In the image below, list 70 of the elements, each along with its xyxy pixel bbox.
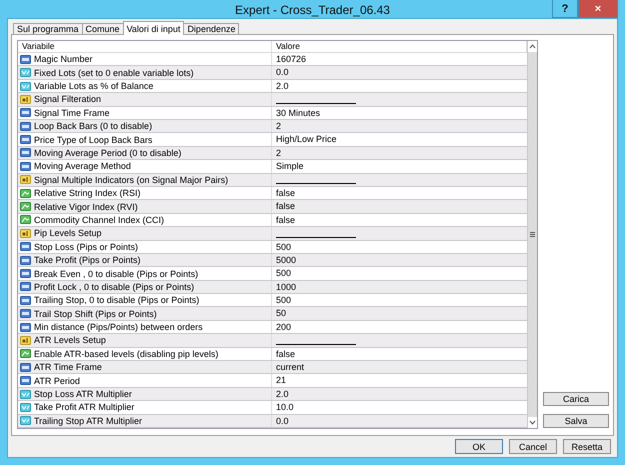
value-cell[interactable]: 30 Minutes xyxy=(272,106,320,120)
variable-name: Relative Vigor Index (RVI) xyxy=(34,202,138,212)
variable-name: Price Type of Loop Back Bars xyxy=(34,134,152,145)
variable-name: ATR Levels Setup xyxy=(34,335,106,346)
tab[interactable]: Comune xyxy=(82,23,124,36)
variable-name: Min distance (Pips/Points) between orders xyxy=(34,322,203,332)
variable-name: Take Profit ATR Multiplier xyxy=(34,402,134,412)
variable-name: Magic Number xyxy=(34,54,93,64)
value-cell[interactable]: High/Low Price xyxy=(272,133,337,146)
variable-name: Break Even , 0 to disable (Pips or Points) xyxy=(34,268,198,278)
close-button[interactable]: × xyxy=(578,0,618,18)
variable-name: Fixed Lots (set to 0 enable variable lots) xyxy=(34,68,194,78)
value-cell[interactable]: 2.0 xyxy=(272,80,289,92)
variable-name: Signal Multiple Indicators (on Signal Major Pairs) xyxy=(34,174,228,185)
grip-icon xyxy=(530,232,535,238)
column-header[interactable]: Variabile xyxy=(18,41,272,52)
variable-name: Pip Levels Setup xyxy=(34,228,102,238)
variable-name: Take Profit (Pips or Points) xyxy=(34,255,141,266)
tab[interactable]: Dipendenze xyxy=(183,23,240,36)
reset-button[interactable]: Resetta xyxy=(563,439,611,454)
window-title: Expert - Cross_Trader_06.43 xyxy=(235,2,390,18)
value-cell[interactable]: 0.0 xyxy=(272,66,289,79)
variable-name: Signal Time Frame xyxy=(34,108,110,118)
value-cell[interactable]: 500 xyxy=(272,294,292,306)
value-cell[interactable]: current xyxy=(272,361,304,374)
scroll-down-icon xyxy=(529,420,536,425)
tab[interactable]: Valori di input xyxy=(122,21,184,36)
value-cell[interactable]: false xyxy=(272,186,296,200)
ok-button[interactable]: OK xyxy=(455,439,503,454)
chart-icon xyxy=(20,202,31,212)
value-cell[interactable]: 1000 xyxy=(272,280,296,294)
scrollbar[interactable] xyxy=(527,41,537,428)
variable-name: Commodity Channel Index (CCI) xyxy=(34,214,164,225)
value-cell[interactable]: 2.0 xyxy=(272,388,289,400)
value-cell[interactable]: false xyxy=(272,200,296,213)
variable-name: Variable Lots as % of Balance xyxy=(34,81,154,92)
variable-name: Signal Filteration xyxy=(34,94,102,104)
variable-name: Moving Average Period (0 to disable) xyxy=(34,148,182,158)
variable-name: Stop Loss (Pips or Points) xyxy=(34,242,138,252)
value-cell[interactable]: 500 xyxy=(272,267,292,280)
cancel-button[interactable]: Cancel xyxy=(509,439,557,454)
help-button[interactable]: ? xyxy=(552,0,578,18)
value-cell[interactable]: 200 xyxy=(272,320,292,334)
variable-name: Loop Back Bars (0 to disable) xyxy=(34,121,152,132)
variable-name: Relative String Index (RSI) xyxy=(34,188,141,198)
value-cell[interactable]: 50 xyxy=(272,307,286,320)
value-cell[interactable]: 21 xyxy=(272,374,286,387)
value-cell[interactable]: 10.0 xyxy=(272,401,294,414)
value-cell[interactable]: false xyxy=(272,214,296,226)
variable-name: Profit Lock , 0 to disable (Pips or Points) xyxy=(34,282,194,292)
save-button[interactable]: Salva xyxy=(543,414,609,428)
value-cell[interactable]: 160726 xyxy=(272,53,306,66)
variable-name: Enable ATR-based levels (disabling pip levels) xyxy=(34,348,218,359)
variable-name: ATR Time Frame xyxy=(34,362,102,372)
value-cell[interactable]: 500 xyxy=(272,240,292,253)
variable-name: Trailing Stop ATR Multiplier xyxy=(34,416,142,426)
variable-name: Stop Loss ATR Multiplier xyxy=(34,389,132,400)
value-cell[interactable]: 2 xyxy=(272,146,282,160)
value-cell[interactable]: 0.0 xyxy=(272,414,289,427)
load-button[interactable]: Carica xyxy=(543,392,609,406)
variable-name: Moving Average Method xyxy=(34,161,131,172)
variable-name: Trailing Stop, 0 to disable (Pips or Points) xyxy=(34,295,200,306)
variable-name: ATR Period xyxy=(34,376,80,386)
scroll-up-icon xyxy=(529,44,536,50)
tab[interactable]: Sul programma xyxy=(13,23,83,36)
value-cell[interactable]: 5000 xyxy=(272,254,296,266)
variable-name: Trail Stop Shift (Pips or Points) xyxy=(34,308,157,319)
value-cell[interactable]: false xyxy=(272,348,296,360)
value-cell[interactable]: 2 xyxy=(272,120,282,132)
value-cell[interactable]: Simple xyxy=(272,160,304,173)
